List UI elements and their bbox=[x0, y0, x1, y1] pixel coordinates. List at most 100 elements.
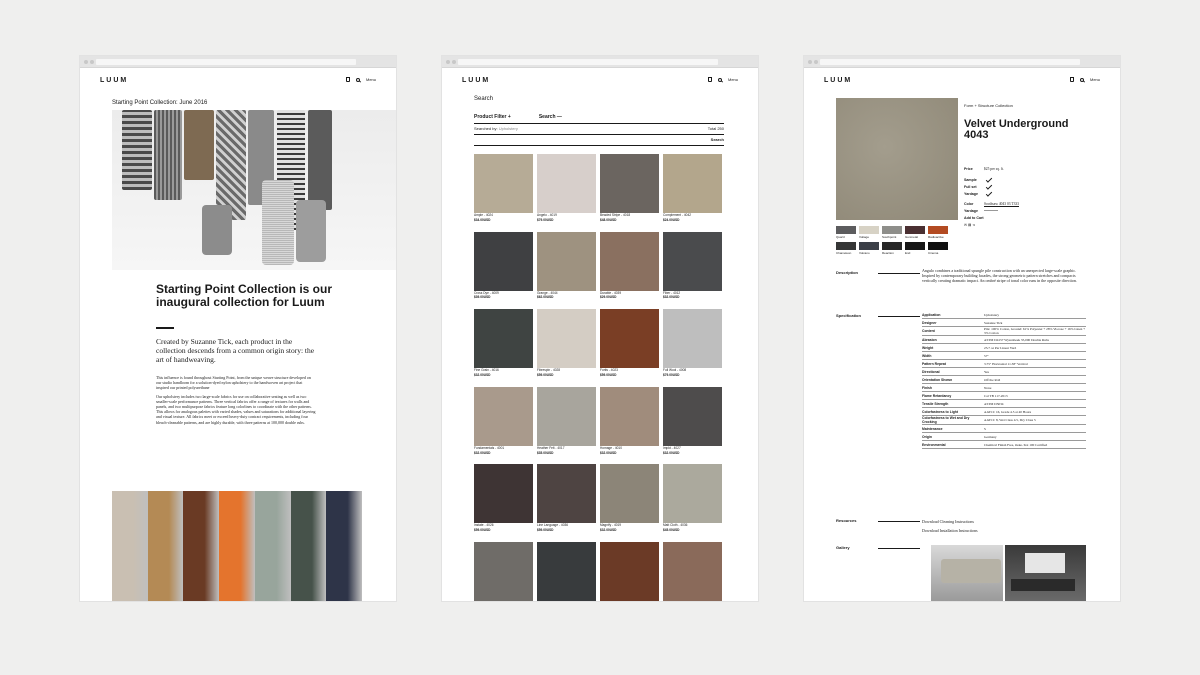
product-tile[interactable]: Angelo - 4019 $79.00USD bbox=[537, 154, 596, 223]
colorway-swatch[interactable] bbox=[905, 226, 925, 234]
product-name[interactable]: Fundamentals - 4001 bbox=[474, 446, 533, 451]
product-name[interactable]: Impkt - 4027 bbox=[663, 446, 722, 451]
menu-link[interactable]: Menu bbox=[366, 77, 376, 82]
product-swatch[interactable] bbox=[537, 464, 596, 524]
product-swatch[interactable] bbox=[600, 541, 659, 601]
colorway-swatch[interactable] bbox=[859, 226, 879, 234]
product-filter-toggle[interactable]: Product Filter + bbox=[474, 114, 511, 120]
product-tile[interactable]: Grange - 4044 $62.00USD bbox=[537, 231, 596, 301]
product-swatch[interactable] bbox=[663, 309, 722, 369]
product-swatch[interactable] bbox=[600, 231, 659, 291]
product-swatch[interactable] bbox=[474, 464, 533, 524]
product-tile[interactable]: Pole - 4024$32.00USD bbox=[600, 541, 659, 601]
colorway-option[interactable]: Reaction bbox=[882, 242, 902, 255]
product-swatch[interactable] bbox=[663, 386, 722, 446]
product-swatch[interactable] bbox=[474, 154, 533, 213]
product-tile[interactable]: Complement - 4042 $24.00USD bbox=[663, 154, 722, 223]
colorway-swatch[interactable] bbox=[882, 242, 902, 250]
colorway-swatch[interactable] bbox=[836, 226, 856, 234]
product-tile[interactable]: Cross Dye - 4009 $39.00USD bbox=[474, 231, 533, 301]
product-tile[interactable]: Full Wool - 4008 $79.00USD bbox=[663, 309, 722, 378]
product-tile[interactable]: Fibrespin - 4028 $59.00USD bbox=[537, 309, 596, 378]
share-icon[interactable]: ⋖ bbox=[972, 223, 975, 227]
product-tile[interactable]: Instate - 4026 $59.00USD bbox=[474, 464, 533, 533]
colorway-option[interactable]: Chameleon bbox=[836, 242, 856, 255]
yardage-input[interactable] bbox=[984, 210, 998, 211]
colorway-swatch[interactable] bbox=[928, 226, 948, 234]
colorway-swatch[interactable] bbox=[836, 242, 856, 250]
luum-logo[interactable]: LUUM bbox=[462, 77, 490, 84]
product-swatch[interactable] bbox=[600, 154, 659, 213]
colorway-option[interactable]: Radioactive bbox=[928, 226, 948, 239]
search-button[interactable]: Search bbox=[711, 137, 724, 142]
searched-by-value[interactable]: Upholstery bbox=[499, 126, 518, 131]
address-bar[interactable] bbox=[820, 59, 1080, 65]
product-swatch[interactable] bbox=[600, 386, 659, 446]
product-tile[interactable]: Matt Cloth - 4036 $45.00USD bbox=[663, 464, 722, 533]
product-name[interactable]: Homage - 4010 bbox=[600, 446, 659, 451]
product-tile[interactable]: Fine Grain - 4016 $32.00USD bbox=[474, 309, 533, 378]
product-swatch[interactable] bbox=[537, 154, 596, 213]
product-tile[interactable]: Fundamentals - 4001 $32.00USD bbox=[474, 386, 533, 456]
yardage-checkbox[interactable] bbox=[985, 190, 993, 197]
product-name[interactable]: Heather Felt - 4017 bbox=[537, 446, 596, 451]
color-value[interactable]: Soothsaw 4043 03 T333 bbox=[984, 202, 1019, 206]
print-icon[interactable]: ▤ bbox=[968, 223, 971, 227]
colorway-option[interactable]: Quartz bbox=[836, 226, 856, 239]
product-swatch[interactable] bbox=[663, 464, 722, 524]
colorway-swatch[interactable] bbox=[905, 242, 925, 250]
colorway-option[interactable]: End bbox=[905, 242, 925, 255]
luum-logo[interactable]: LUUM bbox=[824, 77, 852, 84]
colorway-swatch[interactable] bbox=[859, 242, 879, 250]
product-swatch[interactable] bbox=[474, 386, 533, 446]
colorway-option[interactable]: Voltage bbox=[859, 226, 879, 239]
search-icon[interactable] bbox=[1079, 77, 1084, 82]
shopping-bag-icon[interactable] bbox=[345, 77, 350, 82]
product-tile[interactable]: Magnify - 4019 $32.00USD bbox=[600, 464, 659, 533]
address-bar[interactable] bbox=[458, 59, 718, 65]
product-tile[interactable]: Durable - 4039 $29.00USD bbox=[600, 231, 659, 301]
product-swatch[interactable] bbox=[663, 541, 722, 601]
product-swatch[interactable] bbox=[600, 464, 659, 524]
email-icon[interactable]: ✉ bbox=[964, 223, 967, 227]
gallery-image[interactable] bbox=[931, 545, 1003, 601]
product-tile[interactable]: Beaded Stripe - 4018 $48.00USD bbox=[600, 154, 659, 223]
address-bar[interactable] bbox=[96, 59, 356, 65]
product-swatch[interactable] bbox=[474, 541, 533, 601]
product-swatch[interactable] bbox=[474, 309, 533, 369]
product-tile[interactable]: Impkt - 4027 $32.00USD bbox=[663, 386, 722, 456]
download-installation-link[interactable]: Download Installation Instructions bbox=[922, 526, 978, 535]
add-to-cart-button[interactable]: Add to Cart bbox=[964, 216, 984, 220]
menu-link[interactable]: Menu bbox=[1090, 77, 1100, 82]
colorway-swatch[interactable] bbox=[882, 226, 902, 234]
menu-link[interactable]: Menu bbox=[728, 77, 738, 82]
product-swatch[interactable] bbox=[663, 154, 722, 213]
product-tile[interactable]: Mirror - 4022$32.00USD bbox=[474, 541, 533, 601]
luum-logo[interactable]: LUUM bbox=[100, 77, 128, 84]
product-tile[interactable]: Fortis - 4023 $59.00USD bbox=[600, 309, 659, 378]
product-tile[interactable]: Fiber - 4012 $32.00USD bbox=[663, 231, 722, 301]
product-tile[interactable]: Precept - 4029$32.00USD bbox=[663, 541, 722, 601]
colorway-swatch[interactable] bbox=[928, 242, 948, 250]
product-swatch[interactable] bbox=[537, 231, 596, 291]
product-tile[interactable]: Monte - 4016$32.00USD bbox=[537, 541, 596, 601]
product-swatch[interactable] bbox=[663, 231, 722, 291]
search-toggle[interactable]: Search — bbox=[539, 114, 562, 120]
full-set-checkbox[interactable] bbox=[985, 183, 993, 190]
product-tile[interactable]: Ample - 4024 $34.00USD bbox=[474, 154, 533, 223]
colorway-option[interactable]: Cinema bbox=[928, 242, 948, 255]
collection-name[interactable]: Form + Structure Collection bbox=[964, 103, 1013, 108]
colorway-option[interactable]: Volcano bbox=[859, 242, 879, 255]
download-cleaning-link[interactable]: Download Cleaning Instructions bbox=[922, 517, 978, 526]
product-tile[interactable]: Line Language - 4036 $59.00USD bbox=[537, 464, 596, 533]
sample-checkbox[interactable] bbox=[985, 176, 993, 183]
gallery-image[interactable] bbox=[1005, 545, 1086, 601]
search-icon[interactable] bbox=[717, 77, 722, 82]
product-swatch[interactable] bbox=[537, 541, 596, 601]
product-tile[interactable]: Homage - 4010 $32.00USD bbox=[600, 386, 659, 456]
product-swatch[interactable] bbox=[474, 231, 533, 291]
colorway-option[interactable]: Southpoint bbox=[882, 226, 902, 239]
product-swatch[interactable] bbox=[600, 309, 659, 369]
product-swatch[interactable] bbox=[537, 386, 596, 446]
product-swatch[interactable] bbox=[537, 309, 596, 369]
